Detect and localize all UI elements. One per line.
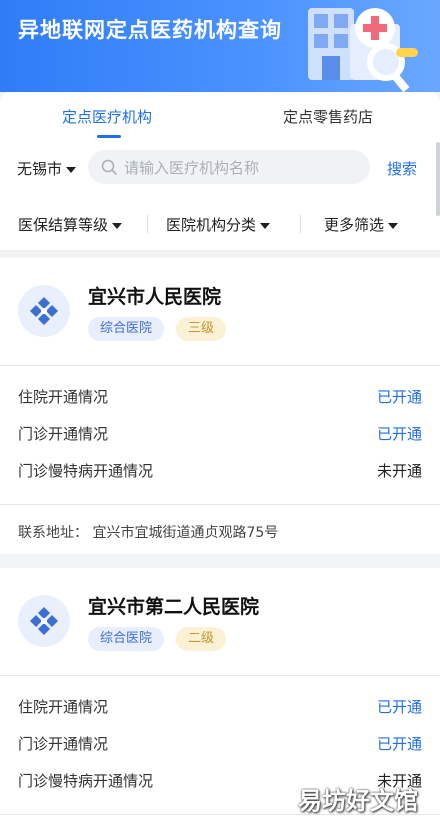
search-input[interactable] xyxy=(122,150,361,186)
card-divider xyxy=(0,675,440,676)
scrollbar[interactable] xyxy=(436,142,440,216)
filter-settlement-level[interactable]: 医保结算等级 xyxy=(18,214,123,235)
hospital-logo-icon xyxy=(18,285,70,337)
chevron-down-icon xyxy=(112,222,123,229)
inpatient-label: 住院开通情况 xyxy=(18,388,109,406)
chronic-disease-status: 未开通 xyxy=(376,462,422,480)
page-header: 异地联网定点医药机构查询 xyxy=(0,0,440,92)
watermark: 易坊好文馆 xyxy=(298,787,418,815)
filter-bar: 医保结算等级 医院机构分类 更多筛选 xyxy=(0,198,440,251)
hospital-name: 宜兴市第二人民医院 xyxy=(88,596,260,618)
filter-label: 医院机构分类 xyxy=(166,216,257,234)
hospital-level-badge: 三级 xyxy=(176,317,227,341)
tab-retail-pharmacies[interactable]: 定点零售药店 xyxy=(283,106,373,127)
search-button[interactable]: 搜索 xyxy=(387,158,417,179)
card-divider xyxy=(0,365,440,366)
active-tab-indicator xyxy=(97,135,121,138)
filter-more[interactable]: 更多筛选 xyxy=(324,214,399,235)
chevron-down-icon xyxy=(388,222,399,229)
hospital-card[interactable]: 宜兴市人民医院 综合医院 三级 住院开通情况 已开通 门诊开通情况 已开通 门诊… xyxy=(0,258,440,554)
hospital-illustration-icon xyxy=(308,8,418,92)
inpatient-status: 已开通 xyxy=(376,388,422,406)
filter-label: 医保结算等级 xyxy=(18,216,109,234)
tab-bar: 定点医疗机构 定点零售药店 xyxy=(0,92,440,140)
hospital-name: 宜兴市人民医院 xyxy=(88,286,222,308)
outpatient-label: 门诊开通情况 xyxy=(18,735,109,753)
tab-medical-institutions[interactable]: 定点医疗机构 xyxy=(62,106,152,127)
page-title: 异地联网定点医药机构查询 xyxy=(18,18,282,42)
filter-institution-category[interactable]: 医院机构分类 xyxy=(166,214,271,235)
filter-divider xyxy=(300,215,301,233)
hospital-logo-icon xyxy=(18,595,70,647)
search-row: 无锡市 搜索 xyxy=(0,140,440,198)
inpatient-status: 已开通 xyxy=(376,698,422,716)
filter-label: 更多筛选 xyxy=(324,216,385,234)
chevron-down-icon xyxy=(66,166,77,173)
search-icon xyxy=(101,159,117,175)
search-box[interactable] xyxy=(88,150,370,186)
chronic-disease-label: 门诊慢特病开通情况 xyxy=(18,772,154,790)
outpatient-status: 已开通 xyxy=(376,425,422,443)
outpatient-label: 门诊开通情况 xyxy=(18,425,109,443)
outpatient-status: 已开通 xyxy=(376,735,422,753)
city-selector[interactable]: 无锡市 xyxy=(17,158,77,179)
hospital-address: 联系地址： 宜兴市宜城街道通贞观路75号 xyxy=(18,522,278,542)
hospital-type-badge: 综合医院 xyxy=(88,317,165,341)
chronic-disease-label: 门诊慢特病开通情况 xyxy=(18,462,154,480)
inpatient-label: 住院开通情况 xyxy=(18,698,109,716)
card-divider xyxy=(0,504,440,505)
city-label: 无锡市 xyxy=(17,160,63,178)
hospital-type-badge: 综合医院 xyxy=(88,627,165,651)
address-value: 宜兴市宜城街道通贞观路75号 xyxy=(92,525,279,541)
hospital-level-badge: 二级 xyxy=(176,627,227,651)
chevron-down-icon xyxy=(260,222,271,229)
address-label: 联系地址： xyxy=(18,525,88,541)
filter-divider xyxy=(147,215,148,233)
